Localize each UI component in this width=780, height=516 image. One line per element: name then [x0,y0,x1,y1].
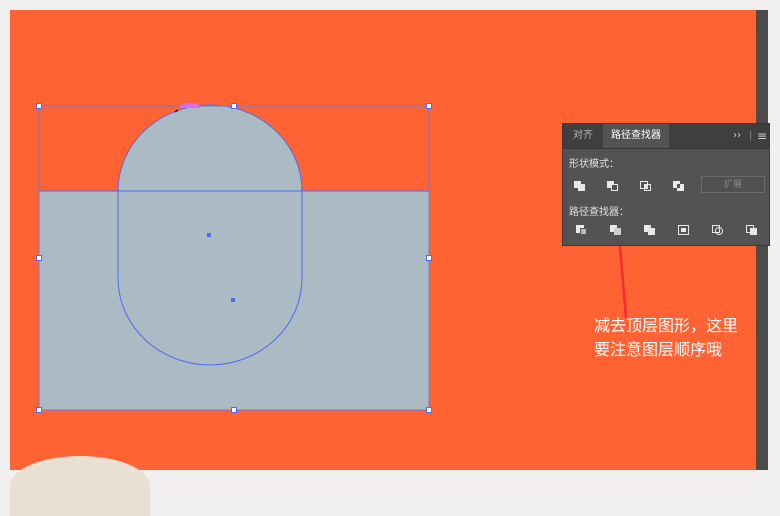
merge-icon[interactable] [641,222,659,238]
tutorial-annotation: 减去顶层图形，这里 要注意图层顺序哦 [594,314,774,362]
annotation-line-2: 要注意图层顺序哦 [594,340,723,359]
pathfinders-label: 路径查找器： [569,207,629,218]
minus-front-icon[interactable] [604,178,622,194]
pathfinder-panel: 对齐 路径查找器 ›› | ≡ 形状模式： 扩展 路径查找器： [562,123,770,246]
trim-icon[interactable] [607,222,625,238]
handle-top-left[interactable] [36,103,42,109]
handle-top-right[interactable] [426,103,432,109]
minus-back-icon[interactable] [743,222,761,238]
panel-menu-icon[interactable]: ≡ [757,124,767,148]
intersect-icon[interactable] [637,178,655,194]
tab-divider: | [749,130,753,141]
handle-bottom-left[interactable] [36,407,42,413]
panel-tab-bar: 对齐 路径查找器 ›› | ≡ [563,124,769,149]
unite-icon[interactable] [571,178,589,194]
handle-middle-right[interactable] [426,255,432,261]
expand-button[interactable]: 扩展 [701,176,765,193]
anchor-marker [178,103,200,108]
crop-icon[interactable] [675,222,693,238]
rectangle-center-point [231,298,235,302]
capsule-center-point [207,233,211,237]
exclude-icon[interactable] [670,178,688,194]
divide-icon[interactable] [573,222,591,238]
shape-modes-label: 形状模式： [569,159,619,170]
tab-pathfinder[interactable]: 路径查找器 [603,124,669,148]
handle-bottom-center[interactable] [231,407,237,413]
handle-bottom-right[interactable] [426,407,432,413]
outline-icon[interactable] [709,222,727,238]
tab-align[interactable]: 对齐 [565,124,601,148]
collapse-panel-icon[interactable]: ›› [733,124,741,148]
annotation-line-1: 减去顶层图形，这里 [594,316,739,335]
handle-middle-left[interactable] [36,255,42,261]
handle-top-center[interactable] [231,103,237,109]
